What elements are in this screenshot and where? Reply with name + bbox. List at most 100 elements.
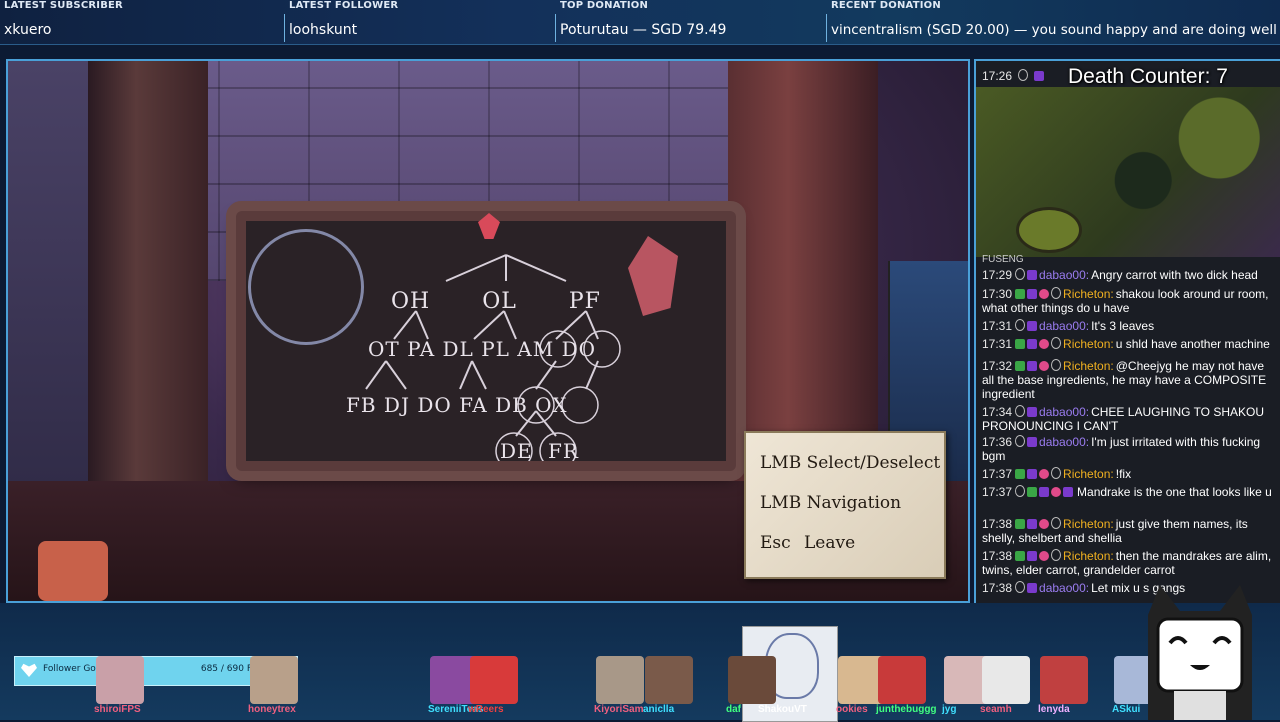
chat-text: It's 3 leaves	[1091, 319, 1155, 333]
sub-badge-icon	[1015, 361, 1026, 371]
chat-time: 17:30	[982, 287, 1013, 301]
chat-text: Angry carrot with two dick head	[1091, 268, 1258, 282]
tree-row-4: DE FR	[500, 439, 579, 463]
heart-badge-icon	[1039, 361, 1050, 371]
user-badge-icon	[1015, 405, 1026, 417]
hint-leave: Leave	[804, 533, 856, 553]
tree-row-3: FB DJ DO FA DB OX	[346, 393, 568, 417]
user-badge-icon	[1018, 69, 1029, 81]
chat-text: !fix	[1115, 467, 1132, 481]
user-badge-icon	[1015, 581, 1026, 593]
mod-badge-icon	[1027, 551, 1038, 561]
mod-badge-icon	[1027, 519, 1038, 529]
heart-icon	[21, 663, 37, 677]
viewer-name: junthebuggg	[876, 704, 937, 715]
mod-badge-icon	[1033, 71, 1044, 81]
mod-badge-icon	[1027, 339, 1038, 349]
chat-message: 17:31 Richeton: u shld have another machin…	[982, 337, 1278, 351]
viewer-name: KiyoriSam	[594, 704, 644, 715]
mod-badge-icon	[1027, 361, 1038, 371]
viewer-name: ASkui	[1112, 704, 1141, 715]
wooden-pillar-left	[88, 61, 208, 521]
chat-username[interactable]: Richeton:	[1063, 517, 1114, 531]
mascot-avatar-icon	[1148, 585, 1252, 720]
cauldron-icon	[1016, 207, 1082, 253]
viewer-name: ShakouVT	[758, 704, 807, 715]
chat-time: 17:38	[982, 517, 1013, 531]
top-donation-section: TOP DONATION Poturutau — SGD 79.49	[556, 0, 826, 44]
viewer-avatar	[878, 656, 926, 704]
chat-text: then the mandrakes are alim, twins, elde…	[982, 549, 1272, 577]
user-badge-icon	[1051, 467, 1062, 479]
chat-username[interactable]: Richeton:	[1063, 549, 1114, 563]
chat-username[interactable]: Richeton:	[1063, 359, 1114, 373]
chat-message: 17:37 Mandrake is the one that looks like…	[982, 485, 1278, 499]
sub-badge-icon	[1027, 487, 1038, 497]
chat-message: 17:31 dabao00: It's 3 leaves	[982, 319, 1278, 333]
chat-message: 17:32 Richeton: @Cheejyg he may not have a…	[982, 359, 1278, 401]
game-view[interactable]: OH OL PF OT PA DL PL AM DO FB DJ DO FA D…	[6, 59, 970, 603]
top-donation-label: TOP DONATION	[560, 0, 649, 11]
controls-hint-panel: LMB Select/Deselect LMB Navigation Esc L…	[744, 431, 946, 579]
rune-circle-icon	[248, 229, 364, 345]
user-badge-icon	[1051, 337, 1062, 349]
chat-time: 17:37	[982, 485, 1013, 499]
alerts-ticker: LATEST SUBSCRIBER xkuero LATEST FOLLOWER…	[0, 0, 1280, 45]
chat-username[interactable]: dabao00:	[1039, 435, 1089, 449]
hint-select: LMB Select/Deselect	[760, 453, 941, 473]
follower-goal-label: Follower Goal	[43, 664, 104, 674]
recent-donation-section: RECENT DONATION vincentralism (SGD 20.00…	[827, 0, 1277, 44]
heart-badge-icon	[1039, 519, 1050, 529]
viewer-avatar	[250, 656, 298, 704]
mod-badge-icon	[1063, 487, 1074, 497]
viewer-avatar	[470, 656, 518, 704]
chat-time: 17:26	[982, 69, 1013, 83]
user-badge-icon	[1051, 517, 1062, 529]
chat-username[interactable]: Richeton:	[1063, 287, 1114, 301]
viewer-name: shiroiFPS	[94, 704, 141, 715]
user-badge-icon	[1015, 485, 1026, 497]
chat-message: 17:37 Richeton: !fix	[982, 467, 1278, 481]
viewer-name: daf	[726, 704, 741, 715]
sub-badge-icon	[1015, 469, 1026, 479]
viewer-name: aniclla	[643, 704, 675, 715]
chat-panel[interactable]: 17:26 Death Counter: 7 FUSENG 17:29 dabao…	[974, 59, 1280, 606]
viewer-name: ookies	[836, 704, 868, 715]
sub-badge-icon	[1015, 289, 1026, 299]
viewer-name: lenyda	[1038, 704, 1070, 715]
chat-text: u shld have another machine	[1115, 337, 1270, 351]
user-badge-icon	[1051, 359, 1062, 371]
viewer-avatar	[982, 656, 1030, 704]
viewer-avatar	[645, 656, 693, 704]
chat-time: 17:31	[982, 337, 1013, 351]
chat-username[interactable]: dabao00:	[1039, 319, 1089, 333]
latest-follower-section: LATEST FOLLOWER loohskunt	[285, 0, 555, 44]
chat-time: 17:37	[982, 467, 1013, 481]
viewer-avatar	[596, 656, 644, 704]
mod-badge-icon	[1027, 583, 1038, 593]
sub-badge-icon	[1015, 551, 1026, 561]
viewer-avatar	[96, 656, 144, 704]
chat-username[interactable]: dabao00:	[1039, 581, 1089, 595]
tree-row-2: OT PA DL PL AM DO	[368, 337, 596, 361]
heart-badge-icon	[1051, 487, 1062, 497]
chat-username[interactable]: Richeton:	[1063, 337, 1114, 351]
chat-time: 17:32	[982, 359, 1013, 373]
chat-username[interactable]: Richeton:	[1063, 467, 1114, 481]
heart-badge-icon	[1039, 469, 1050, 479]
viewer-name: seamh	[980, 704, 1012, 715]
user-badge-icon	[1015, 435, 1026, 447]
mod-badge-icon	[1027, 469, 1038, 479]
user-badge-icon	[1015, 319, 1026, 331]
latest-subscriber-label: LATEST SUBSCRIBER	[4, 0, 123, 11]
chat-message: 17:30 Richeton: shakou look around ur room…	[982, 287, 1278, 315]
death-counter: Death Counter: 7	[1068, 65, 1228, 88]
chat-username[interactable]: dabao00:	[1039, 405, 1089, 419]
chat-username[interactable]: dabao00:	[1039, 268, 1089, 282]
recent-donation-value: vincentralism (SGD 20.00) — you sound ha…	[831, 22, 1277, 38]
mod-badge-icon	[1027, 321, 1038, 331]
hint-leave-key: Esc	[760, 533, 791, 553]
user-badge-icon	[1051, 549, 1062, 561]
heart-badge-icon	[1039, 339, 1050, 349]
user-badge-icon	[1051, 287, 1062, 299]
